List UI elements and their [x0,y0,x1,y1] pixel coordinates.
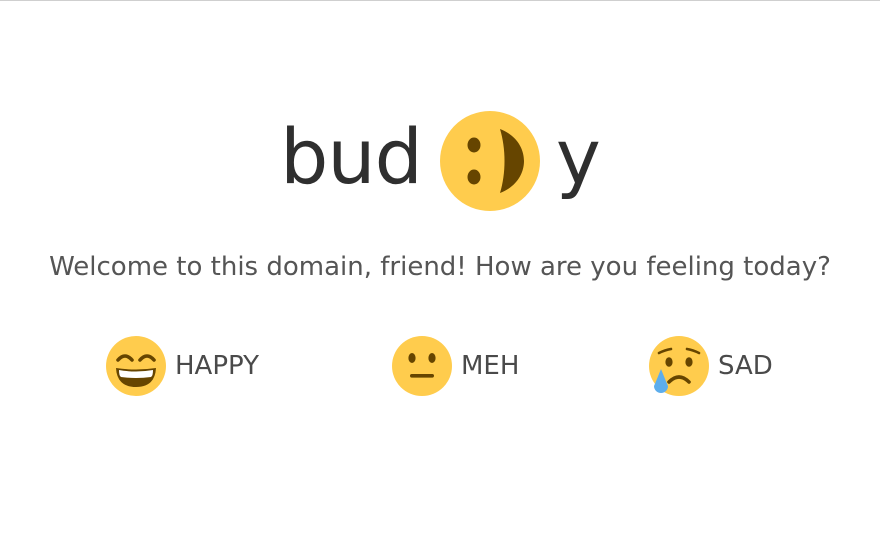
neutral-face-icon [392,336,452,396]
meh-button[interactable]: MEH [391,335,519,397]
logo-text-y: y [555,112,601,201]
happy-label: HAPPY [175,351,260,381]
smiley-face-icon [439,111,540,211]
site-logo: bud y [0,106,880,216]
grinning-face-icon [106,336,166,396]
crying-face-icon [649,336,709,396]
meh-label: MEH [461,351,520,381]
sad-label: SAD [718,351,773,381]
welcome-message: Welcome to this domain, friend! How are … [49,252,831,282]
top-divider [0,0,880,1]
logo-text-bud: bud [280,112,423,201]
happy-button[interactable]: HAPPY [105,335,259,397]
sad-button[interactable]: SAD [648,335,773,397]
